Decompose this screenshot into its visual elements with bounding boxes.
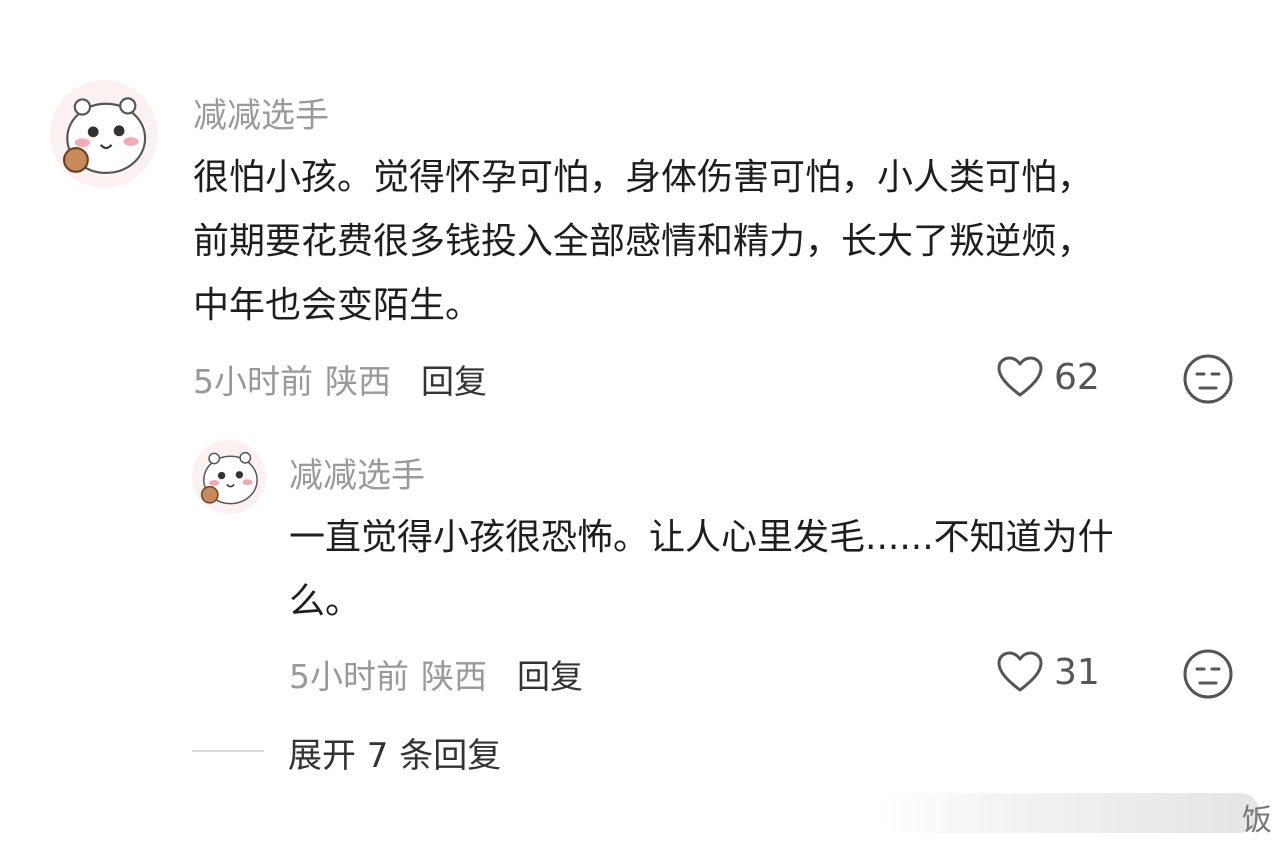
reply-text: 一直觉得小孩很恐怖。让人心里发毛......不知道为什 么。 xyxy=(289,506,1114,634)
avatar[interactable] xyxy=(50,80,158,188)
reply-button[interactable]: 回复 xyxy=(421,362,487,401)
reply-line: 么。 xyxy=(289,581,362,622)
like-button[interactable]: 62 xyxy=(996,355,1100,399)
like-count: 62 xyxy=(1054,356,1100,398)
heart-outline-icon xyxy=(997,651,1043,692)
comment-text: 很怕小孩。觉得怀孕可怕，身体伤害可怕，小人类可怕， 前期要花费很多钱投入全部感情… xyxy=(193,146,1093,338)
reply-like-count: 31 xyxy=(1054,651,1100,693)
neutral-face-icon[interactable] xyxy=(1182,648,1234,700)
watermark-text: 饭 xyxy=(1242,803,1272,838)
watermark xyxy=(875,793,1260,833)
expand-replies-button[interactable]: 展开 7 条回复 xyxy=(288,728,501,777)
neutral-face-icon[interactable] xyxy=(1182,353,1234,405)
comment-line: 很怕小孩。觉得怀孕可怕，身体伤害可怕，小人类可怕， xyxy=(193,157,1094,198)
comment-meta: 5小时前 陕西 回复 xyxy=(193,355,487,403)
reply-avatar[interactable] xyxy=(192,440,266,514)
reply-meta: 5小时前 陕西 回复 xyxy=(289,650,583,698)
comment-location: 陕西 xyxy=(325,362,391,401)
reply-reply-button[interactable]: 回复 xyxy=(517,657,583,696)
reply-like-button[interactable]: 31 xyxy=(996,650,1100,694)
comment-time: 5小时前 xyxy=(193,362,313,401)
comment-author[interactable]: 减减选手 xyxy=(193,88,329,137)
reply-location: 陕西 xyxy=(421,657,487,696)
bear-avatar-icon xyxy=(50,80,158,188)
comment-line: 中年也会变陌生。 xyxy=(193,285,482,326)
reply-author[interactable]: 减减选手 xyxy=(289,448,425,497)
expand-divider xyxy=(192,750,264,752)
heart-outline-icon xyxy=(997,356,1043,397)
bear-avatar-icon xyxy=(192,440,266,514)
reply-time: 5小时前 xyxy=(289,657,409,696)
reply-line: 一直觉得小孩很恐怖。让人心里发毛......不知道为什 xyxy=(289,517,1114,558)
comment-line: 前期要花费很多钱投入全部感情和精力，长大了叛逆烦， xyxy=(193,221,1094,262)
